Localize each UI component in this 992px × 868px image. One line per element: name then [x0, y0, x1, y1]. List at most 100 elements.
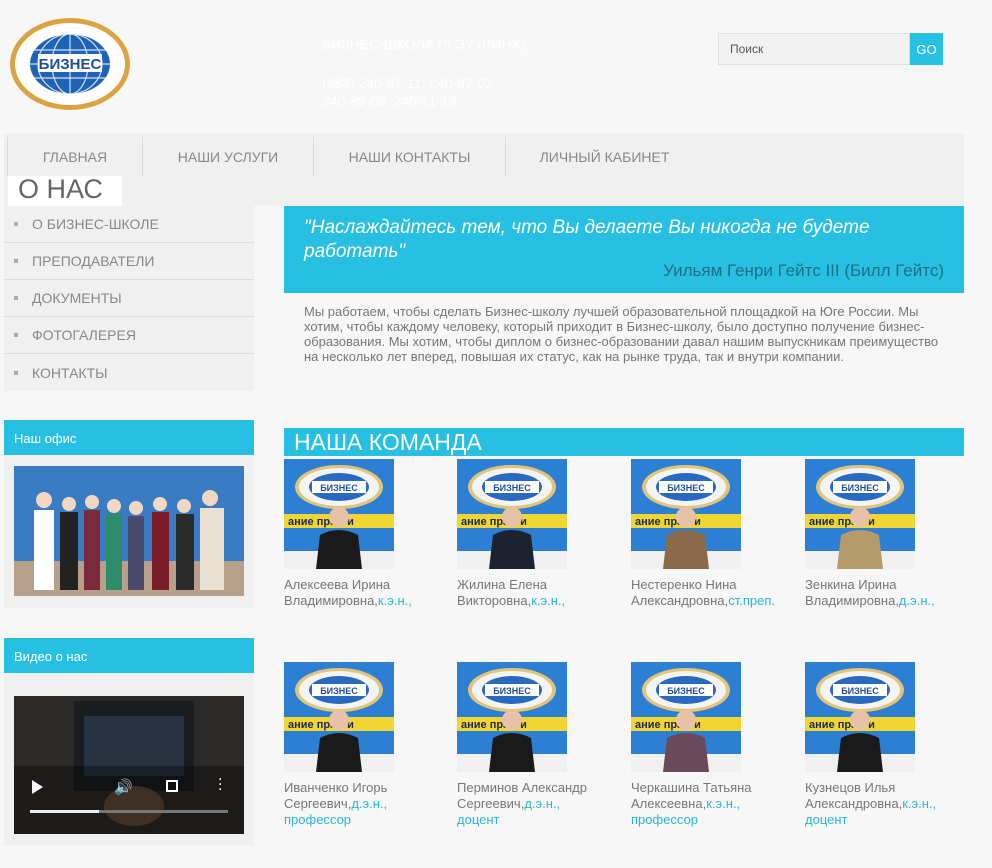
team-member-patronymic: Александровна, [631, 593, 729, 608]
team-member-photo[interactable]: БИЗНЕС ание практи [805, 662, 915, 772]
sidebar-item-teachers[interactable]: ПРЕПОДАВАТЕЛИ [4, 243, 254, 280]
team-member-degree[interactable]: к.э.н., [706, 796, 740, 811]
team-member-card[interactable]: БИЗНЕС ание практи Зенкина Ирина Владимиров… [805, 459, 965, 609]
team-member-name: Зенкина Ирина Владимировна,д.э.н., [805, 577, 965, 609]
phone-numbers: (863) 240-97-11; 240-87-02 240-89-59; 24… [322, 74, 493, 110]
team-member-rank[interactable]: доцент [457, 812, 617, 828]
team-member-surname: Жилина Елена [457, 577, 548, 592]
nav-item-account[interactable]: ЛИЧНЫЙ КАБИНЕТ [505, 137, 703, 176]
team-member-name: Перминов Александр Сергеевич,д.э.н., доцен… [457, 780, 617, 828]
office-panel-title: Наш офис [4, 420, 254, 455]
team-member-degree[interactable]: д.э.н., [899, 593, 935, 608]
sidebar-item-contacts[interactable]: КОНТАКТЫ [4, 354, 254, 391]
team-member-card[interactable]: БИЗНЕС ание практи Жилина Елена Викторовна,… [457, 459, 617, 609]
team-member-patronymic: Алексеевна, [631, 796, 707, 811]
team-member-card[interactable]: БИЗНЕС ание практи Кузнецов Илья Александро… [805, 662, 965, 828]
team-member-photo[interactable]: БИЗНЕС ание практи [805, 459, 915, 569]
nav-item-home[interactable]: ГЛАВНАЯ [7, 137, 142, 176]
team-member-surname: Нестеренко Нина [631, 577, 737, 592]
team-member-surname: Кузнецов Илья [805, 780, 896, 795]
team-member-patronymic: Сергеевич, [284, 796, 352, 811]
team-member-patronymic-line: Викторовна,к.э.н., [457, 593, 617, 609]
site-name: БИЗНЕС-ШКОЛА РГЭУ (РИНХ) [322, 36, 526, 52]
phone-line-2: 240-89-59; 240-11-19 [322, 93, 457, 109]
sidebar-item-about-school[interactable]: О БИЗНЕС-ШКОЛЕ [4, 206, 254, 243]
search-go-button[interactable]: GO [910, 33, 943, 65]
photo-logo-text: БИЗНЕС [320, 686, 358, 696]
sidebar-item-label: ФОТОГАЛЕРЕЯ [32, 327, 136, 343]
team-member-photo[interactable]: БИЗНЕС ание практи [284, 459, 394, 569]
team-member-surname: Черкашина Татьяна [631, 780, 752, 795]
volume-icon[interactable]: 🔊 [114, 778, 133, 796]
team-member-surname: Алексеева Ирина [284, 577, 391, 592]
intro-paragraph: Мы работаем, чтобы сделать Бизнес-школу … [304, 304, 939, 364]
photo-logo-text: БИЗНЕС [493, 686, 531, 696]
team-member-photo[interactable]: БИЗНЕС ание практи [457, 459, 567, 569]
team-member-patronymic-line: Владимировна,к.э.н., [284, 593, 444, 609]
team-member-photo[interactable]: БИЗНЕС ание практи [457, 662, 567, 772]
photo-logo-text: БИЗНЕС [320, 483, 358, 493]
sidebar-item-label: ДОКУМЕНТЫ [32, 290, 122, 306]
team-member-photo[interactable]: БИЗНЕС ание практи [631, 459, 741, 569]
team-member-surname: Зенкина Ирина [805, 577, 897, 592]
play-icon[interactable] [32, 780, 43, 794]
office-team-photo[interactable] [14, 466, 244, 596]
more-options-icon[interactable]: · · · [218, 773, 222, 797]
photo-logo-text: БИЗНЕС [841, 483, 879, 493]
team-member-patronymic-line: Александровна,к.э.н., [805, 796, 965, 812]
video-progress-track[interactable] [30, 810, 228, 813]
quote-author: Уильям Генри Гейтс III (Билл Гейтс) [663, 261, 944, 280]
team-member-name: Нестеренко Нина Александровна,ст.преп. [631, 577, 791, 609]
quote-text: "Наслаждайтесь тем, что Вы делаете Вы ни… [304, 217, 870, 262]
team-member-patronymic: Владимировна, [805, 593, 899, 608]
team-member-degree[interactable]: д.э.н., [524, 796, 560, 811]
team-member-card[interactable]: БИЗНЕС ание практи Черкашина Татьяна Алексе… [631, 662, 791, 828]
team-member-photo[interactable]: БИЗНЕС ание практи [631, 662, 741, 772]
team-member-patronymic-line: Алексеевна,к.э.н., [631, 796, 791, 812]
team-member-photo[interactable]: БИЗНЕС ание практи [284, 662, 394, 772]
bullet-icon [14, 259, 18, 263]
team-member-degree[interactable]: к.э.н., [902, 796, 936, 811]
sidebar-item-gallery[interactable]: ФОТОГАЛЕРЕЯ [4, 317, 254, 354]
team-member-card[interactable]: БИЗНЕС ание практи Алексеева Ирина Владимир… [284, 459, 444, 609]
office-panel: Наш офис [4, 420, 254, 608]
bullet-icon [14, 333, 18, 337]
team-section-title: НАША КОМАНДА [284, 428, 964, 456]
sidebar-item-label: О БИЗНЕС-ШКОЛЕ [32, 216, 159, 232]
team-member-patronymic-line: Сергеевич,д.э.н., [284, 796, 444, 812]
team-member-name: Кузнецов Илья Александровна,к.э.н., доцент [805, 780, 965, 828]
team-member-rank[interactable]: доцент [805, 812, 965, 828]
sidebar-menu: О БИЗНЕС-ШКОЛЕ ПРЕПОДАВАТЕЛИ ДОКУМЕНТЫ Ф… [4, 206, 254, 391]
team-member-patronymic: Александровна, [805, 796, 903, 811]
school-logo[interactable]: БИЗНЕС [8, 16, 132, 112]
team-member-rank[interactable]: профессор [631, 812, 791, 828]
team-member-surname: Перминов Александр [457, 780, 587, 795]
team-member-patronymic-line: Сергеевич,д.э.н., [457, 796, 617, 812]
sidebar-item-label: ПРЕПОДАВАТЕЛИ [32, 253, 155, 269]
sidebar-item-label: КОНТАКТЫ [32, 364, 108, 381]
nav-item-services[interactable]: НАШИ УСЛУГИ [142, 137, 313, 176]
page-title: О НАС [18, 174, 103, 204]
team-member-degree[interactable]: д.э.н., [351, 796, 387, 811]
team-member-card[interactable]: БИЗНЕС ание практи Нестеренко Нина Александ… [631, 459, 791, 609]
fullscreen-icon[interactable] [166, 780, 178, 792]
team-member-name: Алексеева Ирина Владимировна,к.э.н., [284, 577, 444, 609]
team-member-degree[interactable]: ст.преп. [728, 593, 775, 608]
team-member-patronymic-line: Владимировна,д.э.н., [805, 593, 965, 609]
team-member-surname: Иванченко Игорь [284, 780, 388, 795]
team-member-degree[interactable]: к.э.н., [531, 593, 565, 608]
photo-logo-text: БИЗНЕС [841, 686, 879, 696]
team-member-card[interactable]: БИЗНЕС ание практи Перминов Александр Серге… [457, 662, 617, 828]
nav-item-contacts[interactable]: НАШИ КОНТАКТЫ [313, 137, 505, 176]
team-member-degree[interactable]: к.э.н., [378, 593, 412, 608]
team-member-rank[interactable]: профессор [284, 812, 444, 828]
sidebar-item-documents[interactable]: ДОКУМЕНТЫ [4, 280, 254, 317]
search-input[interactable] [718, 33, 910, 65]
phone-line-1: (863) 240-97-11; 240-87-02 [322, 75, 493, 91]
team-member-patronymic: Викторовна, [457, 593, 532, 608]
bullet-icon [14, 222, 18, 226]
team-member-card[interactable]: БИЗНЕС ание практи Иванченко Игорь Сергееви… [284, 662, 444, 828]
quote-box: "Наслаждайтесь тем, что Вы делаете Вы ни… [284, 206, 964, 293]
main-nav: ГЛАВНАЯ НАШИ УСЛУГИ НАШИ КОНТАКТЫ ЛИЧНЫЙ… [4, 134, 964, 206]
video-player[interactable]: 🔊 · · · [14, 696, 244, 834]
